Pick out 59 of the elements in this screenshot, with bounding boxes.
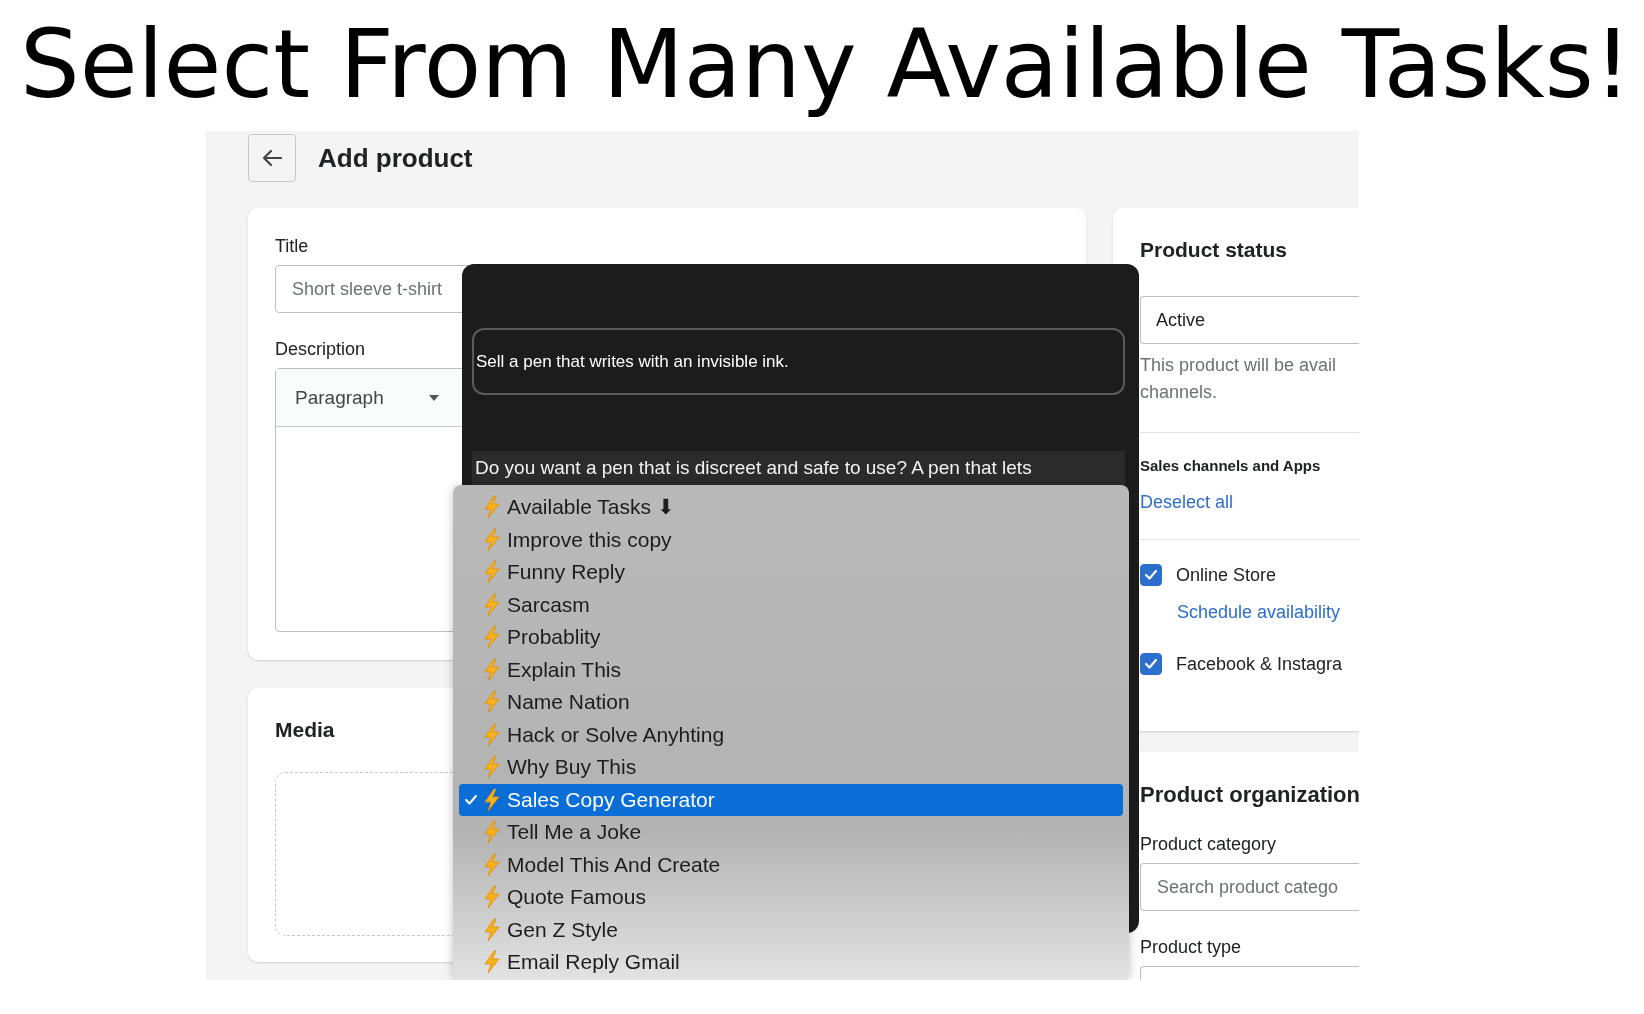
lightning-icon [483,690,501,715]
section-title: Sales channels and Apps [1140,457,1321,474]
lightning-icon [483,917,501,942]
menu-item[interactable]: Email Reply Gmail [459,946,1123,979]
check-icon [1144,658,1158,670]
back-arrow-icon [261,149,283,167]
format-select[interactable]: Paragraph [295,386,440,409]
menu-item[interactable]: Sarcasm [459,588,1123,621]
menu-item[interactable]: Quote Famous [459,881,1123,914]
check-icon [464,793,478,806]
lightning-icon [483,885,501,910]
card-title: Product organization [1140,782,1359,808]
checkbox[interactable] [1140,653,1162,675]
category-search-field[interactable]: Search product catego [1140,863,1359,911]
menu-item[interactable]: Name Nation [459,686,1123,719]
lightning-icon [483,950,501,975]
lightning-icon [483,755,501,780]
menu-item[interactable]: Gen Z Style [459,913,1123,946]
lightning-icon [483,657,501,682]
card-title: Product status [1140,238,1288,262]
lightning-icon [483,787,501,812]
page-title: Add product [318,142,473,174]
lightning-icon [483,852,501,877]
status-select[interactable]: Active [1140,296,1359,344]
checkbox[interactable] [1140,564,1162,586]
deselect-link[interactable]: Deselect all [1140,492,1359,513]
lightning-icon [483,560,501,585]
field-label: Title [275,236,309,257]
response-text: Do you want a pen that is discreet and safe to use? A pen that lets [472,451,1125,485]
field-label: Product category [1140,834,1277,855]
check-icon [1144,569,1158,581]
help-text: This product will be avail [1140,354,1338,377]
field-label: Product type [1140,937,1242,958]
menu-item[interactable]: Funny Reply [459,556,1123,589]
prompt-field[interactable]: Sell a pen that writes with an invisible ink. [472,328,1125,395]
field-label: Description [275,339,366,360]
menu-item[interactable]: Sales Copy Generator [459,783,1123,816]
schedule-link[interactable]: Schedule availability [1177,602,1359,623]
channel-name: Online Store [1176,564,1277,586]
menu-item[interactable]: Tell Me a Joke [459,816,1123,849]
lightning-icon [483,625,501,650]
menu-item[interactable]: Hack or Solve Anyhting [459,718,1123,751]
headline: Select From Many Available Tasks! [20,9,1632,122]
menu-item[interactable]: Available Tasks ⬇ [459,491,1123,524]
caret-icon [427,393,440,402]
lightning-icon [483,722,501,747]
back-button[interactable] [248,134,296,182]
lightning-icon [483,527,501,552]
help-text: channels. [1140,381,1219,404]
lightning-icon [483,592,501,617]
menu-item[interactable]: Model This And Create [459,848,1123,881]
card-title: Media [275,718,335,742]
menu-item[interactable]: Why Buy This [459,751,1123,784]
channel-name: Facebook & Instagra [1176,653,1343,675]
lightning-icon [483,495,501,520]
lightning-icon [483,820,501,845]
menu-item[interactable]: Improve this copy [459,523,1123,556]
menu-item[interactable]: Explain This [459,653,1123,686]
menu-item[interactable]: Probablity [459,621,1123,654]
